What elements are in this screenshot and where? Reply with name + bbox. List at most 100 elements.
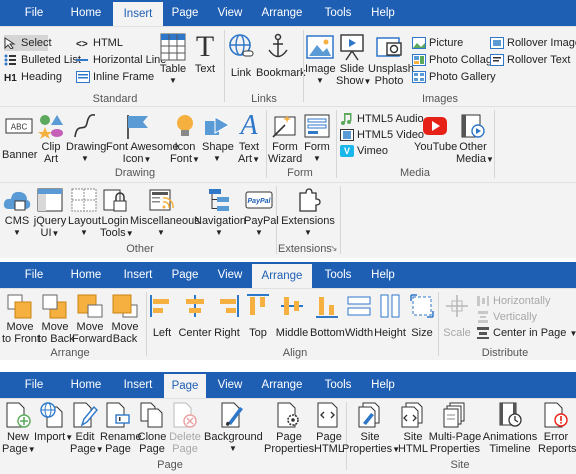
unsplash-photo-button[interactable]: Unsplash Photo bbox=[368, 33, 414, 87]
form-wizard-icon bbox=[271, 113, 299, 139]
distribute-vertically-button[interactable]: Vertically bbox=[476, 309, 537, 325]
same-width-button[interactable]: Width bbox=[344, 293, 374, 339]
horizontal-line-button[interactable]: Horizontal Line bbox=[76, 52, 166, 68]
import-button[interactable]: Import▼ bbox=[34, 401, 73, 444]
align-middle-button[interactable]: Middle bbox=[274, 293, 310, 339]
drawing-button[interactable]: Drawing ▼ bbox=[66, 113, 106, 165]
bookmark-button[interactable]: Bookmark bbox=[256, 33, 306, 79]
heading-button[interactable]: H1 Heading bbox=[4, 69, 62, 85]
page-row: New Page▼ Import▼ Edit Page▼ Rename Page… bbox=[0, 398, 576, 474]
tab-file[interactable]: File bbox=[14, 372, 54, 398]
tab-arrange[interactable]: Arrange bbox=[252, 264, 312, 288]
tab-page[interactable]: Page bbox=[168, 0, 202, 26]
move-back-button[interactable]: Move Back bbox=[108, 293, 142, 345]
move-forward-button[interactable]: Move Forward bbox=[72, 293, 112, 345]
inline-frame-button[interactable]: Inline Frame bbox=[76, 69, 154, 85]
youtube-button[interactable]: YouTube bbox=[414, 113, 457, 153]
tab-view[interactable]: View bbox=[212, 262, 248, 288]
delete-page-button[interactable]: Delete Page bbox=[168, 401, 202, 455]
clip-art-button[interactable]: Clip Art bbox=[36, 113, 66, 165]
distribute-horizontally-button[interactable]: Horizontally bbox=[476, 293, 550, 309]
align-top-button[interactable]: Top bbox=[244, 293, 272, 339]
page-properties-button[interactable]: Page Properties bbox=[264, 401, 314, 455]
jquery-ui-button[interactable]: jQuery UI▼ bbox=[32, 187, 68, 240]
miscellaneous-button[interactable]: Miscellaneous ▼ bbox=[130, 187, 200, 239]
same-height-button[interactable]: Height bbox=[374, 293, 406, 339]
layout-button[interactable]: Layout ▼ bbox=[68, 187, 101, 239]
tab-insert[interactable]: Insert bbox=[118, 372, 158, 398]
icon-font-button[interactable]: Icon Font▼ bbox=[170, 113, 200, 166]
picture-button[interactable]: Picture bbox=[412, 35, 463, 51]
center-in-page-button[interactable]: Center in Page ▼ bbox=[476, 325, 576, 341]
background-button[interactable]: Background ▼ bbox=[204, 401, 263, 455]
error-reports-button[interactable]: Error Reports bbox=[538, 401, 576, 455]
multi-page-properties-button[interactable]: Multi-Page Properties bbox=[428, 401, 482, 455]
rollover-text-button[interactable]: Rollover Text bbox=[490, 52, 570, 68]
page-group-label: Page bbox=[157, 459, 183, 471]
new-page-button[interactable]: New Page▼ bbox=[2, 401, 36, 456]
align-bottom-button[interactable]: Bottom bbox=[310, 293, 345, 339]
tab-tools[interactable]: Tools bbox=[318, 0, 358, 26]
extensions-dialog-launcher-icon[interactable]: ↘ bbox=[330, 243, 338, 254]
same-size-button[interactable]: Size bbox=[408, 293, 436, 339]
tab-page[interactable]: Page bbox=[168, 262, 202, 288]
site-properties-button[interactable]: Site Properties▼ bbox=[342, 401, 400, 456]
clone-page-button[interactable]: Clone Page bbox=[136, 401, 168, 455]
align-right-button[interactable]: Right bbox=[212, 293, 242, 339]
tab-help[interactable]: Help bbox=[366, 0, 400, 26]
select-button[interactable]: Select bbox=[4, 35, 52, 51]
tab-page[interactable]: Page bbox=[164, 374, 206, 398]
banner-button[interactable]: ABC Banner bbox=[2, 113, 37, 161]
slide-show-button[interactable]: Slide Show▼ bbox=[336, 33, 371, 88]
image-button[interactable]: Image ▼ bbox=[305, 33, 336, 87]
tab-view[interactable]: View bbox=[212, 372, 248, 398]
vimeo-button[interactable]: V Vimeo bbox=[340, 143, 388, 159]
bulleted-list-button[interactable]: Bulleted List bbox=[4, 52, 81, 68]
edit-page-button[interactable]: Edit Page▼ bbox=[70, 401, 104, 456]
text-art-button[interactable]: A Text Art▼ bbox=[234, 112, 264, 166]
paypal-button[interactable]: PayPal PayPal ▼ bbox=[244, 187, 279, 239]
move-to-back-button[interactable]: Move to Back bbox=[38, 293, 75, 345]
tab-help[interactable]: Help bbox=[366, 262, 400, 288]
other-media-button[interactable]: Other Media▼ bbox=[456, 113, 494, 166]
tab-view[interactable]: View bbox=[212, 0, 248, 26]
site-html-button[interactable]: Site HTML bbox=[398, 401, 428, 455]
text-button[interactable]: T Text bbox=[192, 32, 218, 76]
html-button[interactable]: <> HTML bbox=[76, 35, 123, 51]
navigation-button[interactable]: Navigation ▼ bbox=[194, 187, 246, 239]
tab-arrange[interactable]: Arrange bbox=[256, 372, 308, 398]
form-button[interactable]: Form ▼ bbox=[302, 113, 332, 165]
link-button[interactable]: Link bbox=[228, 33, 254, 79]
tab-home[interactable]: Home bbox=[66, 372, 106, 398]
rollover-image-button[interactable]: Rollover Image bbox=[490, 35, 576, 51]
table-button[interactable]: Table ▼ bbox=[158, 33, 188, 87]
align-top-icon bbox=[245, 293, 271, 319]
tab-tools[interactable]: Tools bbox=[318, 372, 358, 398]
tab-file[interactable]: File bbox=[14, 0, 54, 26]
html5-audio-button[interactable]: HTML5 Audio bbox=[340, 111, 424, 127]
tab-insert[interactable]: Insert bbox=[118, 262, 158, 288]
page-html-button[interactable]: Page HTML bbox=[314, 401, 344, 455]
align-center-button[interactable]: Center bbox=[178, 293, 212, 339]
rename-page-button[interactable]: Rename Page bbox=[100, 401, 142, 455]
tab-insert[interactable]: Insert bbox=[113, 2, 163, 26]
tab-home[interactable]: Home bbox=[66, 0, 106, 26]
cms-button[interactable]: CMS ▼ bbox=[2, 187, 32, 239]
tab-help[interactable]: Help bbox=[366, 372, 400, 398]
shape-button[interactable]: Shape ▼ bbox=[202, 113, 234, 165]
tab-arrange[interactable]: Arrange bbox=[256, 0, 308, 26]
tab-file[interactable]: File bbox=[14, 262, 54, 288]
tab-tools[interactable]: Tools bbox=[318, 262, 358, 288]
animations-timeline-button[interactable]: Animations Timeline bbox=[482, 401, 538, 455]
extensions-button[interactable]: Extensions ▼ bbox=[280, 187, 336, 239]
photo-gallery-button[interactable]: Photo Gallery bbox=[412, 69, 496, 85]
login-tools-button[interactable]: Login Tools▼ bbox=[100, 187, 134, 240]
move-to-front-button[interactable]: Move to Front bbox=[2, 293, 40, 345]
tab-home[interactable]: Home bbox=[66, 262, 106, 288]
photo-collage-button[interactable]: Photo Collage bbox=[412, 52, 498, 68]
html5-video-button[interactable]: HTML5 Video bbox=[340, 127, 424, 143]
align-left-button[interactable]: Left bbox=[148, 293, 176, 339]
form-wizard-button[interactable]: Form Wizard bbox=[268, 113, 302, 165]
scale-button[interactable]: Scale bbox=[440, 293, 474, 339]
font-awesome-icon-button[interactable]: Font Awesome Icon▼ bbox=[106, 113, 179, 166]
